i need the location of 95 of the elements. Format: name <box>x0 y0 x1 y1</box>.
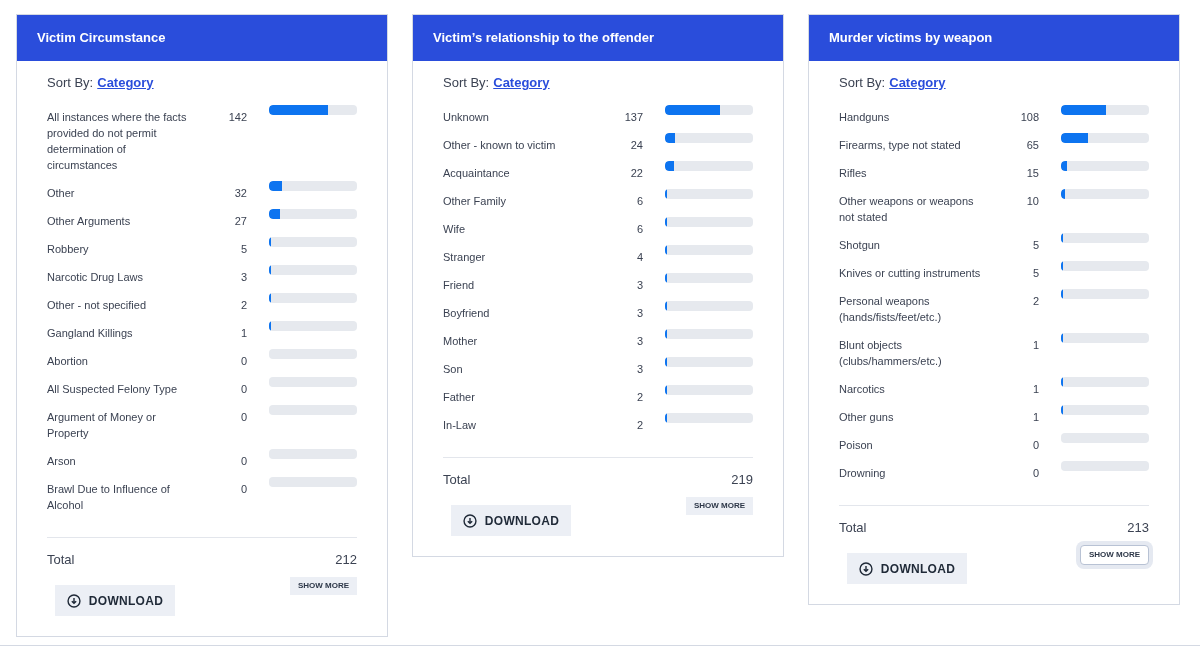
row-label: Other weapons or weapons not stated <box>839 193 975 225</box>
total-label: Total <box>443 470 471 489</box>
row-label: Shotgun <box>839 237 881 253</box>
row-label: Argument of Money or Property <box>47 409 157 441</box>
row-label: Arson <box>47 453 77 469</box>
row-count: 1 <box>1031 409 1039 425</box>
row-count: 1 <box>1031 381 1039 397</box>
row-count: 3 <box>635 305 643 321</box>
sort-link[interactable]: Category <box>97 73 154 93</box>
download-icon <box>66 593 81 608</box>
row-label: All Suspected Felony Type <box>47 381 179 397</box>
row-label: Other <box>47 185 76 201</box>
row-count: 22 <box>629 165 643 181</box>
row-label: In-Law <box>443 417 478 433</box>
row-count: 3 <box>239 269 247 285</box>
download-icon <box>858 561 873 576</box>
row-count: 6 <box>635 193 643 209</box>
row-label: Handguns <box>839 109 891 125</box>
row-count: 3 <box>635 333 643 349</box>
row-label: Gangland Killings <box>47 325 134 341</box>
row-label: Boyfriend <box>443 305 491 321</box>
sort-label: Sort By: <box>839 74 886 92</box>
total-value: 213 <box>1127 518 1149 537</box>
row-label: Other Family <box>443 193 507 209</box>
row-count: 10 <box>1025 193 1039 209</box>
row-label: Abortion <box>47 353 89 369</box>
row-count: 0 <box>1031 437 1039 453</box>
row-count: 65 <box>1025 137 1039 153</box>
download-button[interactable]: DOWNLOAD <box>451 505 571 536</box>
card-title: Murder victims by weapon <box>809 15 1179 61</box>
row-count: 0 <box>239 409 247 425</box>
row-count: 2 <box>635 417 643 433</box>
row-count: 15 <box>1025 165 1039 181</box>
download-button[interactable]: DOWNLOAD <box>847 553 967 584</box>
row-label: Knives or cutting instruments <box>839 265 982 281</box>
sort-label: Sort By: <box>443 74 490 92</box>
row-count: 0 <box>1031 465 1039 481</box>
row-count: 24 <box>629 137 643 153</box>
row-label: Firearms, type not stated <box>839 137 962 153</box>
row-count: 3 <box>635 277 643 293</box>
row-label: Narcotic Drug Laws <box>47 269 144 285</box>
row-label: Acquaintance <box>443 165 511 181</box>
row-label: Robbery <box>47 241 90 257</box>
show-more-button[interactable]: SHOW MORE <box>289 577 357 595</box>
row-count: 108 <box>1019 109 1039 125</box>
row-count: 6 <box>635 221 643 237</box>
download-button[interactable]: DOWNLOAD <box>55 585 175 616</box>
row-label: Mother <box>443 333 479 349</box>
row-count: 137 <box>623 109 643 125</box>
row-label: Wife <box>443 221 466 237</box>
download-icon <box>462 513 477 528</box>
show-more-button[interactable]: SHOW MORE <box>685 497 753 515</box>
row-label: Other - known to victim <box>443 137 557 153</box>
row-label: All instances where the facts provided do not permit determination of circumstances <box>47 109 188 173</box>
card-title: Victim Circumstance <box>17 15 387 61</box>
total-value: 212 <box>335 550 357 569</box>
row-count: 2 <box>239 297 247 313</box>
row-label: Personal weapons (hands/fists/feet/etc.) <box>839 293 943 325</box>
row-count: 0 <box>239 353 247 369</box>
row-count: 5 <box>1031 265 1039 281</box>
row-label: Unknown <box>443 109 490 125</box>
total-value: 219 <box>731 470 753 489</box>
total-label: Total <box>839 518 867 537</box>
row-count: 1 <box>1031 337 1039 353</box>
row-label: Blunt objects (clubs/hammers/etc.) <box>839 337 943 369</box>
row-label: Son <box>443 361 464 377</box>
row-count: 0 <box>239 481 247 497</box>
row-label: Brawl Due to Influence of Alcohol <box>47 481 171 513</box>
row-count: 2 <box>1031 293 1039 309</box>
sort-label: Sort By: <box>47 74 94 92</box>
row-count: 0 <box>239 453 247 469</box>
sort-link[interactable]: Category <box>889 73 946 93</box>
row-label: Friend <box>443 277 476 293</box>
row-label: Other Arguments <box>47 213 132 229</box>
row-count: 2 <box>635 389 643 405</box>
row-label: Narcotics <box>839 381 886 397</box>
row-count: 27 <box>233 213 247 229</box>
row-label: Stranger <box>443 249 487 265</box>
row-label: Rifles <box>839 165 868 181</box>
card-title: Victim’s relationship to the offender <box>413 15 783 61</box>
row-count: 4 <box>635 249 643 265</box>
row-count: 0 <box>239 381 247 397</box>
row-count: 3 <box>635 361 643 377</box>
row-count: 1 <box>239 325 247 341</box>
row-count: 142 <box>227 109 247 125</box>
row-label: Poison <box>839 437 874 453</box>
total-label: Total <box>47 550 75 569</box>
row-label: Father <box>443 389 476 405</box>
row-label: Other guns <box>839 409 895 425</box>
row-label: Drowning <box>839 465 887 481</box>
row-count: 32 <box>233 185 247 201</box>
row-label: Other - not specified <box>47 297 148 313</box>
row-count: 5 <box>239 241 247 257</box>
row-count: 5 <box>1031 237 1039 253</box>
sort-link[interactable]: Category <box>493 73 550 93</box>
